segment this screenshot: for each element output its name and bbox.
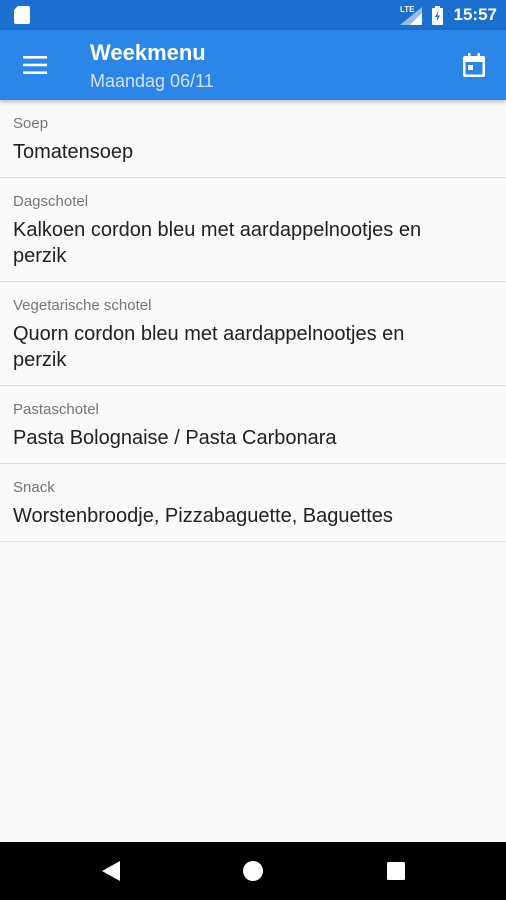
home-circle-icon <box>243 861 263 881</box>
back-triangle-icon <box>102 861 120 881</box>
network-type-label: LTE <box>400 5 415 14</box>
navigation-menu-button[interactable] <box>16 46 54 84</box>
menu-item-vegetarische-schotel: Vegetarische schotel Quorn cordon bleu m… <box>0 282 506 386</box>
menu-item-value: Kalkoen cordon bleu met aardappelnootjes… <box>13 219 422 267</box>
sd-card-icon <box>14 6 30 24</box>
menu-item-value: Worstenbroodje, Pizzabaguette, Baguettes <box>13 505 393 527</box>
page-title: Weekmenu <box>90 40 206 65</box>
menu-item-label: Pastaschotel <box>13 401 99 418</box>
system-navigation-bar <box>0 842 506 900</box>
home-button[interactable] <box>238 856 268 886</box>
menu-item-label: Dagschotel <box>13 193 89 210</box>
menu-item-snack: Snack Worstenbroodje, Pizzabaguette, Bag… <box>0 464 506 542</box>
menu-item-label: Vegetarische schotel <box>13 297 152 314</box>
menu-item-soep: Soep Tomatensoep <box>0 100 506 178</box>
calendar-icon <box>463 53 485 77</box>
page-subtitle-date: Maandag 06/11 <box>90 71 214 91</box>
menu-item-value: Quorn cordon bleu met aardappelnootjes e… <box>13 323 405 371</box>
status-bar: LTE 15:57 <box>0 0 506 30</box>
back-button[interactable] <box>96 856 126 886</box>
menu-item-pastaschotel: Pastaschotel Pasta Bolognaise / Pasta Ca… <box>0 386 506 464</box>
recents-square-icon <box>387 862 405 880</box>
battery-charging-icon <box>432 6 443 25</box>
hamburger-menu-icon <box>23 56 47 74</box>
menu-list: Soep Tomatensoep Dagschotel Kalkoen cord… <box>0 100 506 542</box>
recents-button[interactable] <box>381 856 411 886</box>
menu-item-label: Snack <box>13 479 55 496</box>
menu-item-value: Pasta Bolognaise / Pasta Carbonara <box>13 427 337 449</box>
app-screen: LTE 15:57 Weekmenu Maandag 06/11 Soep To… <box>0 0 506 900</box>
status-clock: 15:57 <box>453 5 497 24</box>
menu-item-label: Soep <box>13 115 49 132</box>
app-bar: Weekmenu Maandag 06/11 <box>0 30 506 100</box>
menu-item-dagschotel: Dagschotel Kalkoen cordon bleu met aarda… <box>0 178 506 282</box>
menu-item-value: Tomatensoep <box>13 141 134 163</box>
calendar-button[interactable] <box>454 45 494 85</box>
